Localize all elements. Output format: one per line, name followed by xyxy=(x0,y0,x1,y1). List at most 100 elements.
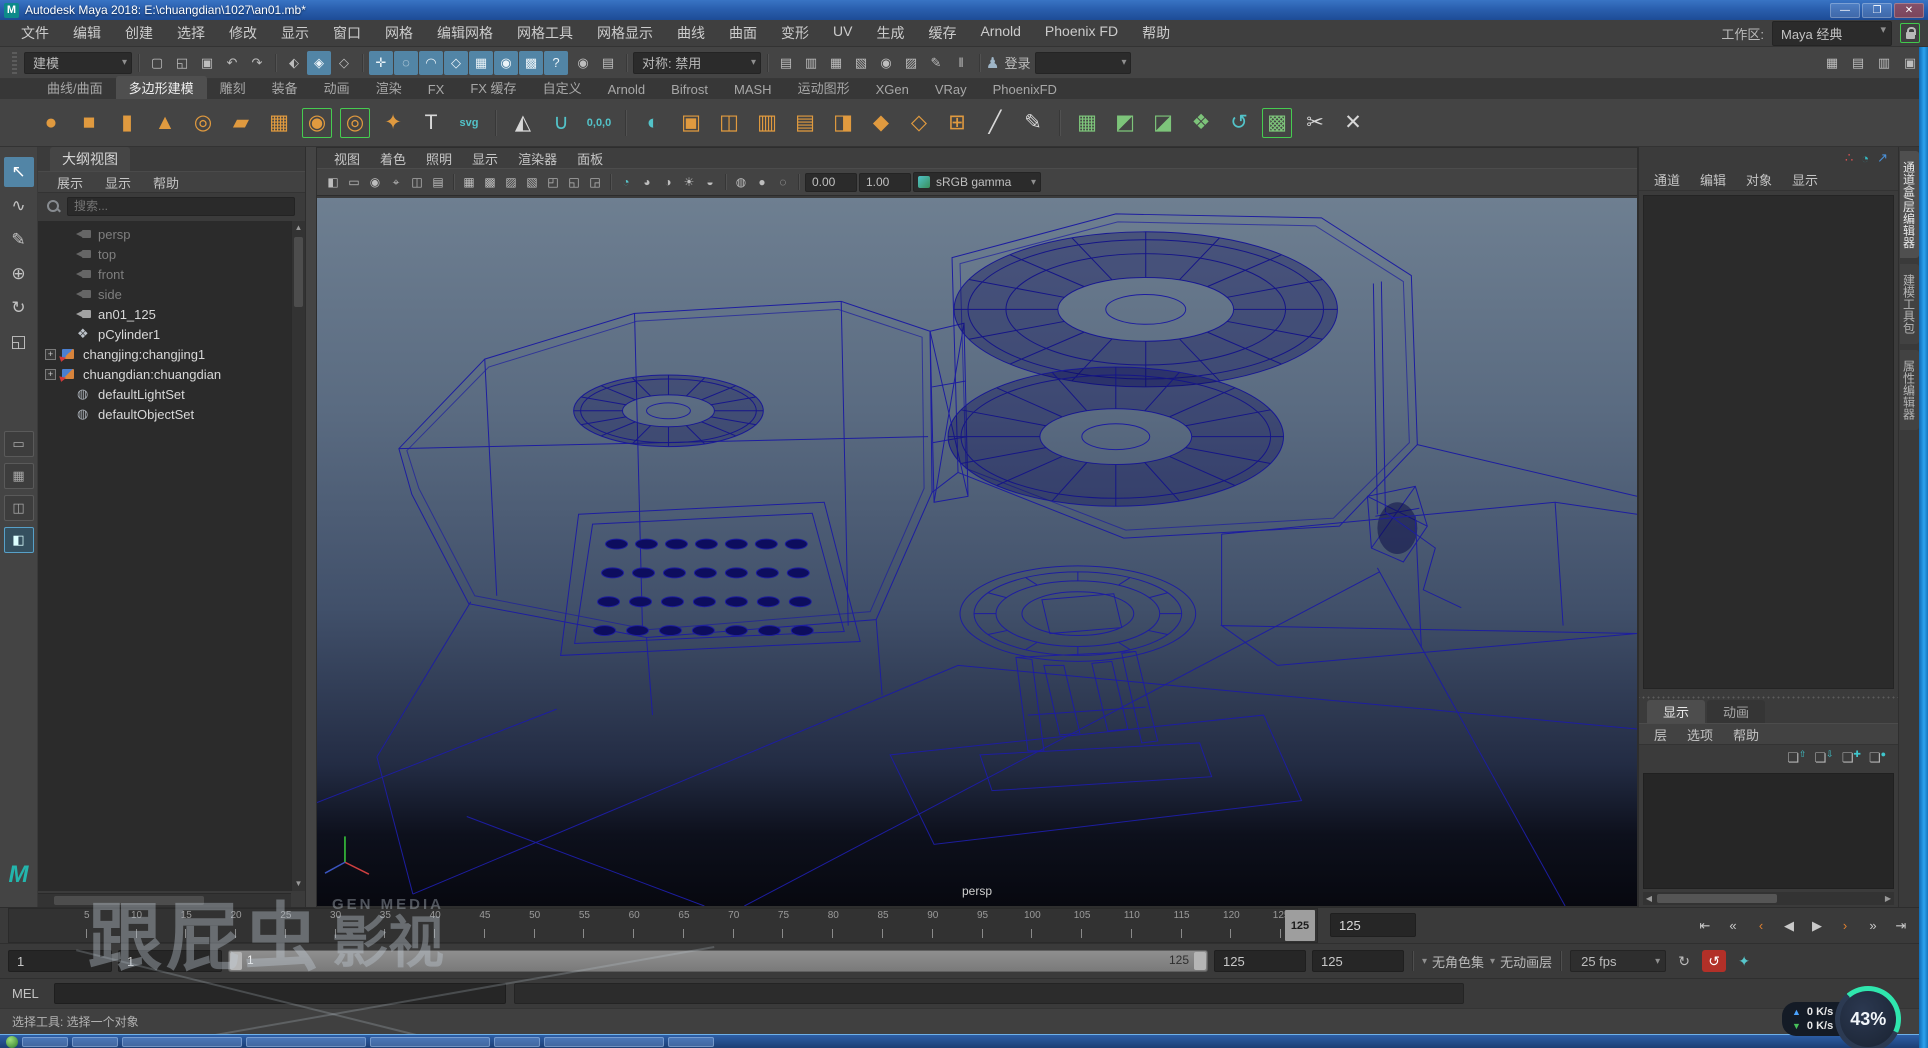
status-icon[interactable]: ▢ xyxy=(145,51,169,75)
timeline-tick[interactable]: 100 xyxy=(985,909,1035,942)
playback-button[interactable]: « xyxy=(1720,914,1746,938)
gamma-field[interactable] xyxy=(859,173,911,192)
scrollbar-thumb[interactable] xyxy=(294,237,303,307)
snap-icon[interactable]: ◉ xyxy=(571,51,595,75)
selection-mask-icon[interactable]: ◇ xyxy=(444,51,468,75)
playback-button[interactable]: ◀ xyxy=(1776,914,1802,938)
playback-start-field[interactable] xyxy=(118,950,222,972)
render-icon[interactable]: ▨ xyxy=(899,51,923,75)
viewport-toolbar-icon[interactable]: ▭ xyxy=(344,172,364,192)
menu-item[interactable]: 选择 xyxy=(166,20,216,46)
playback-button[interactable]: » xyxy=(1860,914,1886,938)
menu-item[interactable]: 修改 xyxy=(218,20,268,46)
viewport-toolbar-icon[interactable]: ☀ xyxy=(679,172,699,192)
menu-item[interactable]: 编辑 xyxy=(62,20,112,46)
expand-toggle-icon[interactable]: + xyxy=(45,349,56,360)
outliner-item[interactable]: + an01_125 xyxy=(38,304,291,324)
shelf-tool-icon[interactable]: ● xyxy=(34,106,68,140)
outliner-search-input[interactable] xyxy=(67,197,295,216)
outliner-menu-item[interactable]: 展示 xyxy=(48,172,92,193)
viewport-menu-item[interactable]: 照明 xyxy=(417,148,461,169)
timeline-tick[interactable]: 70 xyxy=(686,909,736,942)
tool-icon[interactable]: ⊕ xyxy=(4,259,34,289)
shelf-tab[interactable]: 装备 xyxy=(259,76,311,99)
playback-button[interactable]: › xyxy=(1832,914,1858,938)
outliner-menu-item[interactable]: 帮助 xyxy=(144,172,188,193)
range-start-handle[interactable] xyxy=(230,952,242,970)
sidebar-vertical-tab[interactable]: 通道盒/层编辑器 xyxy=(1900,151,1919,258)
auto-keyframe-toggle[interactable]: ↺ xyxy=(1702,950,1726,972)
shelf-tool-icon[interactable]: ▦ xyxy=(1070,106,1104,140)
viewport-toolbar-icon[interactable]: ◍ xyxy=(731,172,751,192)
window-control-button[interactable]: ✕ xyxy=(1894,3,1924,18)
shelf-tool-icon[interactable]: ◎ xyxy=(186,106,220,140)
taskbar-item[interactable] xyxy=(246,1037,366,1047)
selection-mode-icon[interactable]: ◈ xyxy=(307,51,331,75)
tool-icon[interactable]: ↖ xyxy=(4,157,34,187)
viewport-toolbar-icon[interactable]: ◰ xyxy=(543,172,563,192)
scroll-up-arrow[interactable]: ▲ xyxy=(292,221,305,235)
selection-mode-icon[interactable]: ⬖ xyxy=(282,51,306,75)
viewport-toolbar-icon[interactable] xyxy=(794,172,803,192)
viewport-toolbar-icon[interactable]: ◱ xyxy=(564,172,584,192)
timeline-tick[interactable]: 85 xyxy=(835,909,885,942)
menu-item[interactable]: 网格显示 xyxy=(586,20,664,46)
shelf-tool-icon[interactable]: ▦ xyxy=(262,106,296,140)
outliner-item[interactable]: + defaultLightSet xyxy=(38,384,291,404)
viewport-menu-item[interactable]: 视图 xyxy=(325,148,369,169)
shelf-tool-icon[interactable]: ▰ xyxy=(224,106,258,140)
outliner-item[interactable]: + chuangdian:chuangdian xyxy=(38,364,291,384)
shelf-tool-icon[interactable] xyxy=(1054,106,1066,140)
timeline-tick[interactable]: 90 xyxy=(885,909,935,942)
status-icon[interactable]: ↶ xyxy=(220,51,244,75)
shelf-tool-icon[interactable]: ◫ xyxy=(712,106,746,140)
shelf-tab[interactable]: MASH xyxy=(721,80,785,99)
channel-box-menu-item[interactable]: 编辑 xyxy=(1691,169,1735,190)
scrollbar-thumb[interactable] xyxy=(54,896,204,905)
window-titlebar[interactable]: M Autodesk Maya 2018: E:\chuangdian\1027… xyxy=(0,0,1928,20)
taskbar-item[interactable] xyxy=(122,1037,242,1047)
timeline-tick[interactable]: 105 xyxy=(1034,909,1084,942)
timeline-tick[interactable]: 10 xyxy=(89,909,139,942)
timeline-tick[interactable]: 25 xyxy=(238,909,288,942)
layer-editor-menu-item[interactable]: 层 xyxy=(1645,724,1676,745)
expand-toggle-icon[interactable]: + xyxy=(45,369,56,380)
timeline-tick[interactable]: 5 xyxy=(39,909,89,942)
shelf-tool-icon[interactable]: ✦ xyxy=(376,106,410,140)
render-icon[interactable]: ‖ xyxy=(949,51,973,75)
shelf-tab[interactable]: VRay xyxy=(922,80,980,99)
shelf-tab[interactable]: 渲染 xyxy=(363,76,415,99)
layer-editor-menu-item[interactable]: 选项 xyxy=(1678,724,1722,745)
outliner-title[interactable]: 大纲视图 xyxy=(50,147,130,171)
shelf-tool-icon[interactable]: ◩ xyxy=(1108,106,1142,140)
outliner-vertical-scrollbar[interactable]: ▲ ▼ xyxy=(291,221,305,891)
shelf-tab[interactable]: Bifrost xyxy=(658,80,721,99)
shelf-tool-icon[interactable]: ∪ xyxy=(544,106,578,140)
viewport-toolbar-icon[interactable]: ▨ xyxy=(501,172,521,192)
viewport-toolbar-icon[interactable]: ▩ xyxy=(480,172,500,192)
shelf-tool-icon[interactable]: ▤ xyxy=(788,106,822,140)
shelf-tool-icon[interactable]: ❖ xyxy=(1184,106,1218,140)
timeline-tick[interactable]: 115 xyxy=(1134,909,1184,942)
scroll-down-arrow[interactable]: ▼ xyxy=(292,877,305,891)
scrollbar-thumb[interactable] xyxy=(1657,894,1777,903)
taskbar-item[interactable] xyxy=(668,1037,714,1047)
outliner-item[interactable]: + side xyxy=(38,284,291,304)
viewport-toolbar-icon[interactable]: ◫ xyxy=(407,172,427,192)
viewport-toolbar-icon[interactable]: ◧ xyxy=(323,172,343,192)
timeline-tick[interactable]: 55 xyxy=(537,909,587,942)
timeline-track[interactable]: 5101520253035404550556065707580859095100… xyxy=(8,908,1318,943)
shelf-tool-icon[interactable]: ↺ xyxy=(1222,106,1256,140)
status-icon[interactable]: ↷ xyxy=(245,51,269,75)
viewport-toolbar-icon[interactable]: ◲ xyxy=(585,172,605,192)
shelf-tab[interactable]: 多边形建模 xyxy=(116,76,207,99)
viewport-menu-item[interactable]: 渲染器 xyxy=(509,148,566,169)
taskbar-item[interactable] xyxy=(22,1037,68,1047)
menu-item[interactable]: Arnold xyxy=(969,20,1031,46)
timeline-tick[interactable]: 50 xyxy=(487,909,537,942)
status-icon[interactable]: ◱ xyxy=(170,51,194,75)
sidebar-vertical-tab[interactable]: 属性编辑器 xyxy=(1900,350,1919,430)
panel-header-icon[interactable]: ↗ xyxy=(1877,150,1888,166)
timeline-tick[interactable]: 95 xyxy=(935,909,985,942)
shelf-tool-icon[interactable]: ■ xyxy=(72,106,106,140)
